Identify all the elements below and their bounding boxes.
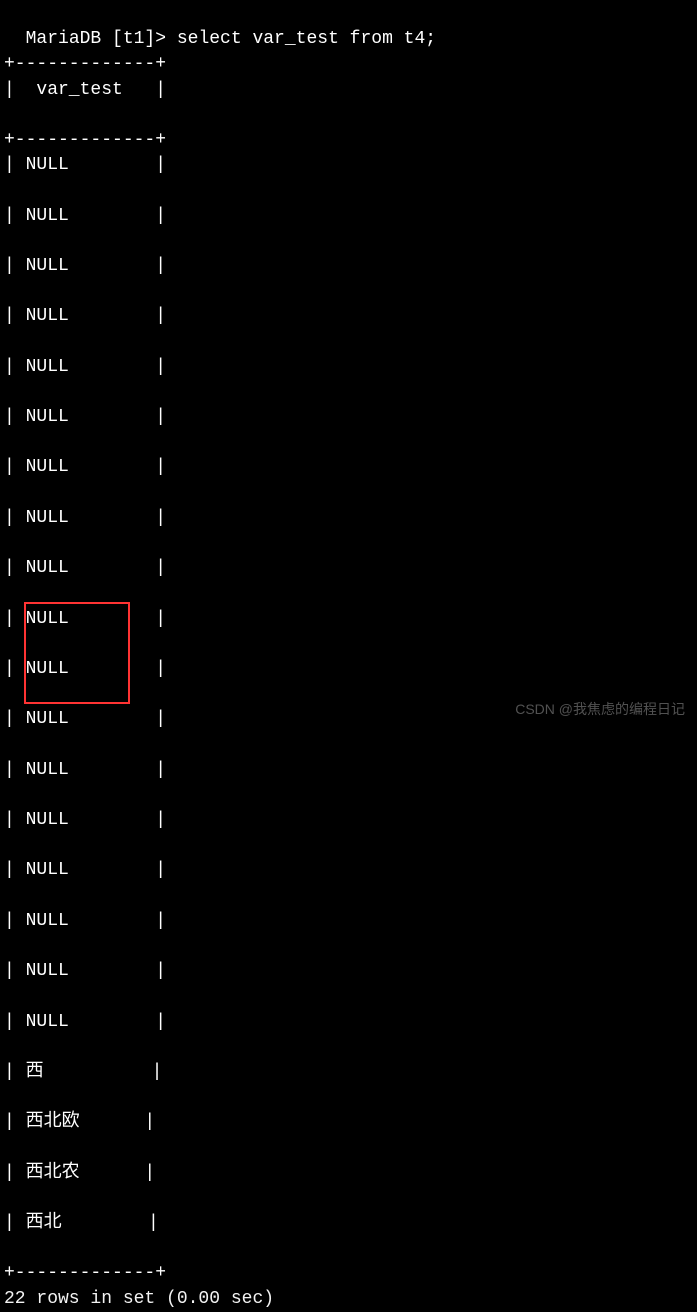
terminal-output: MariaDB [t1]> select var_test from t4; +… bbox=[4, 2, 693, 1312]
result-summary: 22 rows in set (0.00 sec) bbox=[4, 1289, 274, 1309]
table-row: | NULL | bbox=[4, 657, 693, 682]
table-row: | NULL | bbox=[4, 304, 693, 329]
table-row: | NULL | bbox=[4, 909, 693, 934]
table-row: | NULL | bbox=[4, 1010, 693, 1035]
table-row: | NULL | bbox=[4, 153, 693, 178]
table-row: | NULL | bbox=[4, 959, 693, 984]
sql-command: select var_test from t4; bbox=[177, 29, 436, 49]
watermark-text: CSDN @我焦虑的编程日记 bbox=[515, 700, 685, 720]
table-row: | NULL | bbox=[4, 607, 693, 632]
table-row: | NULL | bbox=[4, 758, 693, 783]
table-row: | NULL | bbox=[4, 556, 693, 581]
table-row: | NULL | bbox=[4, 204, 693, 229]
table-separator-bottom: +-------------+ bbox=[4, 1263, 166, 1283]
table-row: | NULL | bbox=[4, 858, 693, 883]
prompt-prefix: MariaDB [t1]> bbox=[26, 29, 177, 49]
prompt-line: MariaDB [t1]> select var_test from t4; bbox=[26, 29, 436, 49]
table-row: | 西 | bbox=[4, 1060, 693, 1085]
table-row: | NULL | bbox=[4, 808, 693, 833]
table-row: | 西北 | bbox=[4, 1211, 693, 1236]
table-separator-top: +-------------+ bbox=[4, 54, 166, 74]
table-row: | NULL | bbox=[4, 355, 693, 380]
table-row: | NULL | bbox=[4, 254, 693, 279]
table-row: | 西北欧 | bbox=[4, 1110, 693, 1135]
table-row: | 西北农 | bbox=[4, 1161, 693, 1186]
table-row: | NULL | bbox=[4, 405, 693, 430]
table-row: | NULL | bbox=[4, 506, 693, 531]
table-separator-mid: +-------------+ bbox=[4, 130, 166, 150]
table-header: | var_test | bbox=[4, 78, 693, 103]
table-row: | NULL | bbox=[4, 455, 693, 480]
